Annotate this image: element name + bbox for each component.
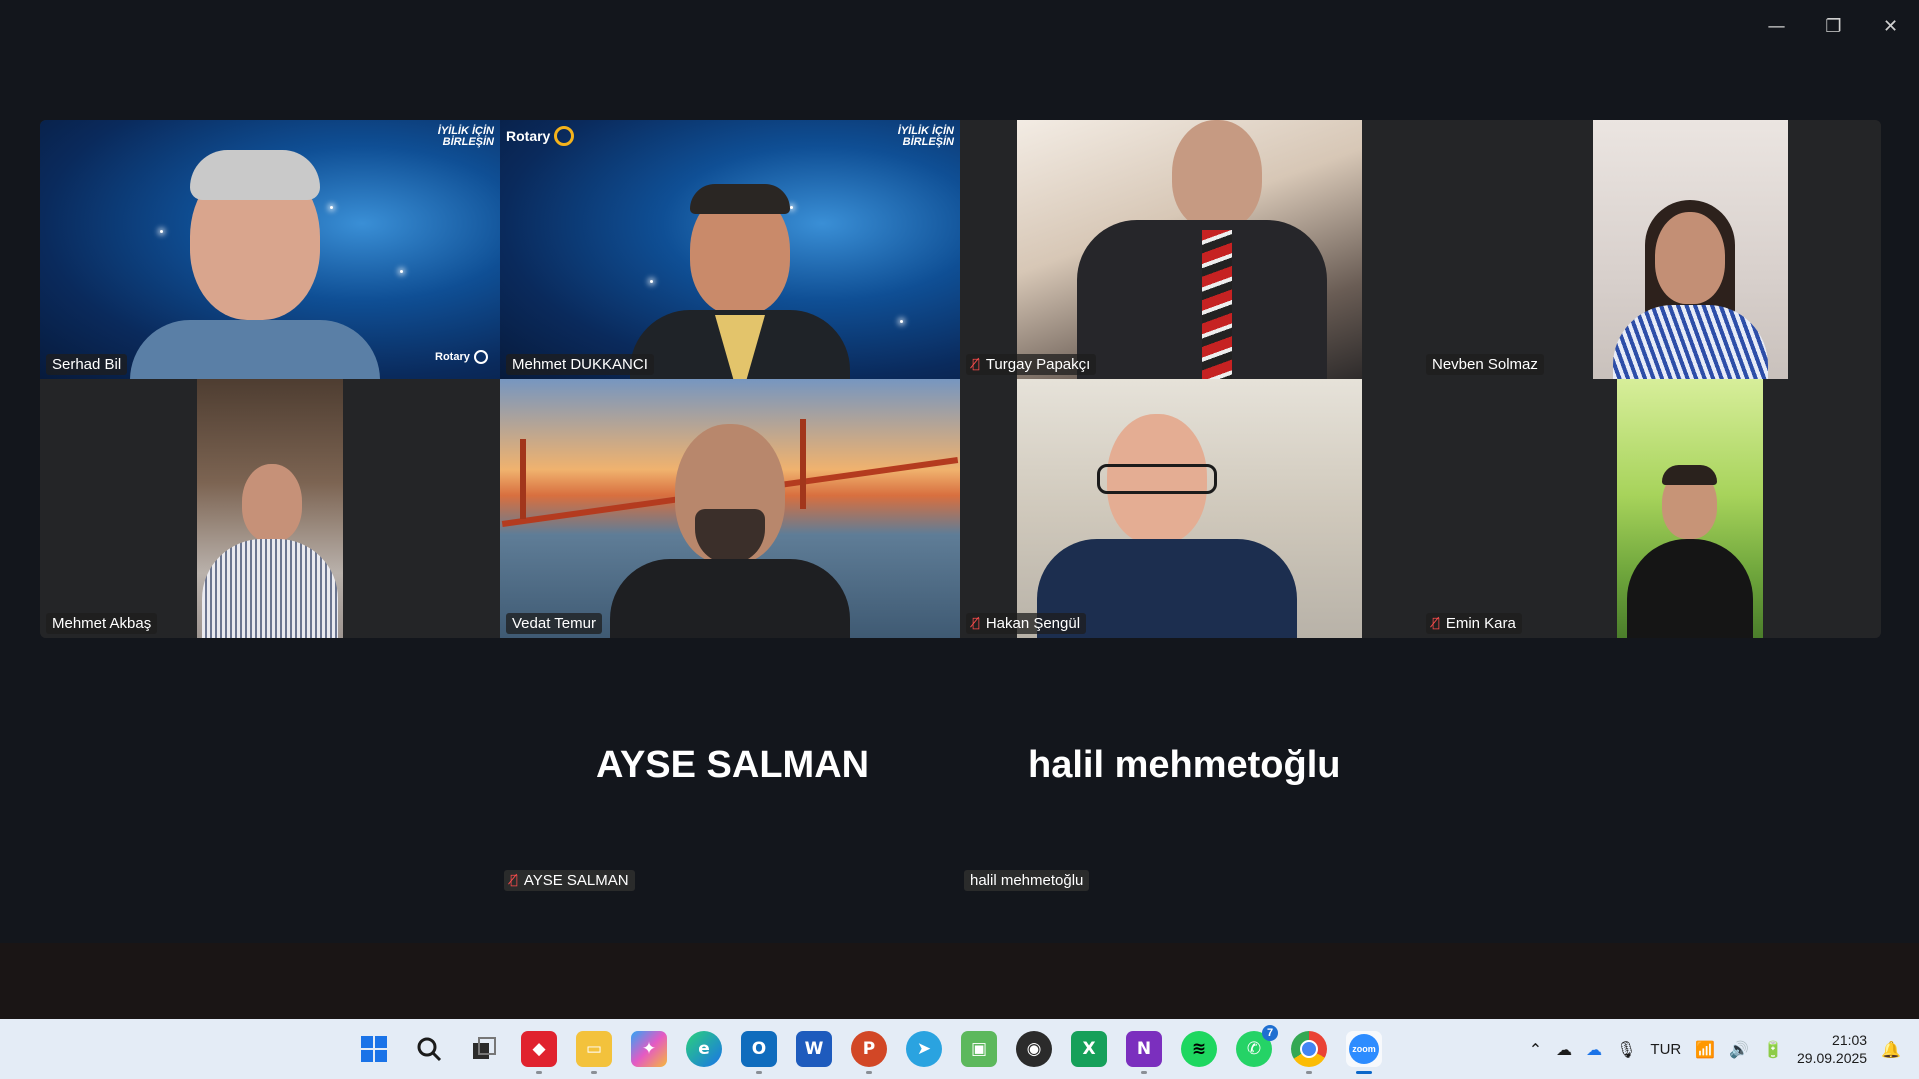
search-icon[interactable] (411, 1031, 447, 1067)
taskbar: ◆ ▭ ✦ e O W P ➤ ▣ ◉ X N ≋ ✆ 7 zoom ⌃ ☁ ☁ … (0, 1019, 1919, 1079)
participant-name: Serhad Bil (46, 354, 128, 375)
minimize-button[interactable]: — (1748, 0, 1805, 52)
gallery-view: İYİLİK İÇİN BİRLEŞİN Rotary Serhad Bil R… (40, 120, 1881, 638)
participant-name: 🎙̸ Turgay Papakçı (966, 354, 1097, 375)
muted-mic-icon: 🎙̸ (510, 873, 518, 888)
participant-video (1017, 120, 1362, 379)
outlook-icon[interactable]: O (741, 1031, 777, 1074)
participant-name: 🎙̸ AYSE SALMAN (504, 870, 635, 891)
language-indicator[interactable]: TUR (1650, 1041, 1681, 1058)
participant-tile[interactable]: 🎙̸ Emin Kara (1420, 379, 1881, 638)
system-tray: ⌃ ☁ ☁ 🎙 TUR 📶 🔊 🔋 21:03 29.09.2025 🔔 (1529, 1019, 1901, 1079)
participant-video: İYİLİK İÇİN BİRLEŞİN Rotary (40, 120, 500, 379)
chrome-icon[interactable] (1291, 1031, 1327, 1074)
clock-time: 21:03 (1832, 1032, 1868, 1048)
participant-video: Rotary İYİLİK İÇİN BİRLEŞİN (500, 120, 960, 379)
participant-video (1617, 379, 1763, 638)
audio-participant-display-name[interactable]: AYSE SALMAN (596, 744, 869, 787)
audio-only-participants: AYSE SALMAN 🎙̸ AYSE SALMAN halil mehmeto… (0, 700, 1919, 940)
participant-video (1593, 120, 1788, 379)
muted-mic-icon: 🎙̸ (972, 616, 980, 631)
zoom-icon[interactable]: zoom (1346, 1031, 1382, 1074)
muted-mic-icon: 🎙̸ (972, 357, 980, 372)
window-controls: — ❐ ✕ (1748, 0, 1919, 52)
participant-name: Nevben Solmaz (1426, 354, 1544, 375)
android-app-icon[interactable]: ▣ (961, 1031, 997, 1067)
participant-name: 🎙̸ Hakan Şengül (966, 613, 1087, 634)
muted-mic-icon: 🎙̸ (1432, 616, 1440, 631)
participant-tile[interactable]: Nevben Solmaz (1420, 120, 1881, 379)
rotary-wheel-icon (554, 126, 575, 146)
rotary-logo: Rotary (435, 350, 488, 364)
participant-tile-active-speaker[interactable]: Rotary İYİLİK İÇİN BİRLEŞİN Mehmet DUKKA… (500, 120, 960, 379)
notification-badge: 7 (1262, 1025, 1278, 1041)
microphone-location-icon[interactable]: 🎙 (1616, 1040, 1636, 1059)
windows-start-icon[interactable] (356, 1031, 392, 1067)
participant-tile[interactable]: Vedat Temur (500, 379, 960, 638)
participant-tile[interactable]: İYİLİK İÇİN BİRLEŞİN Rotary Serhad Bil (40, 120, 500, 379)
powerpoint-icon[interactable]: P (851, 1031, 887, 1074)
participant-name: halil mehmetoğlu (964, 870, 1090, 891)
participant-name: Mehmet DUKKANCI (506, 354, 654, 375)
slogan-text: İYİLİK İÇİN BİRLEŞİN (897, 125, 954, 148)
battery-icon[interactable]: 🔋 (1763, 1040, 1783, 1059)
participant-name: 🎙̸ Emin Kara (1426, 613, 1522, 634)
participant-name: Vedat Temur (506, 613, 602, 634)
participant-video (1017, 379, 1362, 638)
whatsapp-icon[interactable]: ✆ 7 (1236, 1025, 1278, 1067)
task-view-icon[interactable] (466, 1031, 502, 1067)
restore-button[interactable]: ❐ (1805, 0, 1862, 52)
close-button[interactable]: ✕ (1862, 0, 1919, 52)
participant-video (500, 379, 960, 638)
clock[interactable]: 21:03 29.09.2025 (1797, 1031, 1867, 1067)
audio-participant-display-name[interactable]: halil mehmetoğlu (1028, 744, 1340, 787)
excel-icon[interactable]: X (1071, 1031, 1107, 1067)
notification-bell-icon[interactable]: 🔔 (1881, 1040, 1901, 1059)
slogan-text: İYİLİK İÇİN BİRLEŞİN (437, 125, 494, 148)
participant-name: Mehmet Akbaş (46, 613, 158, 634)
edge-icon[interactable]: e (686, 1031, 722, 1067)
participant-tile[interactable]: 🎙̸ Hakan Şengül (960, 379, 1420, 638)
copilot-icon[interactable]: ✦ (631, 1031, 667, 1067)
meeting-controls-bar (0, 943, 1919, 1019)
telegram-icon[interactable]: ➤ (906, 1031, 942, 1067)
taskbar-apps: ◆ ▭ ✦ e O W P ➤ ▣ ◉ X N ≋ ✆ 7 zoom (356, 1019, 1382, 1079)
chevron-up-icon[interactable]: ⌃ (1529, 1040, 1542, 1059)
participant-video (197, 379, 343, 638)
cloud-icon[interactable]: ☁ (1556, 1040, 1572, 1059)
word-icon[interactable]: W (796, 1031, 832, 1067)
onedrive-icon[interactable]: ☁ (1586, 1040, 1602, 1059)
onenote-icon[interactable]: N (1126, 1031, 1162, 1074)
wifi-icon[interactable]: 📶 (1695, 1040, 1715, 1059)
file-explorer-icon[interactable]: ▭ (576, 1031, 612, 1074)
rotary-logo: Rotary (506, 126, 575, 146)
obs-icon[interactable]: ◉ (1016, 1031, 1052, 1067)
participant-tile[interactable]: Mehmet Akbaş (40, 379, 500, 638)
volume-icon[interactable]: 🔊 (1729, 1040, 1749, 1059)
shield-app-icon[interactable]: ◆ (521, 1031, 557, 1074)
participant-tile[interactable]: 🎙̸ Turgay Papakçı (960, 120, 1420, 379)
spotify-icon[interactable]: ≋ (1181, 1031, 1217, 1067)
clock-date: 29.09.2025 (1797, 1050, 1868, 1066)
